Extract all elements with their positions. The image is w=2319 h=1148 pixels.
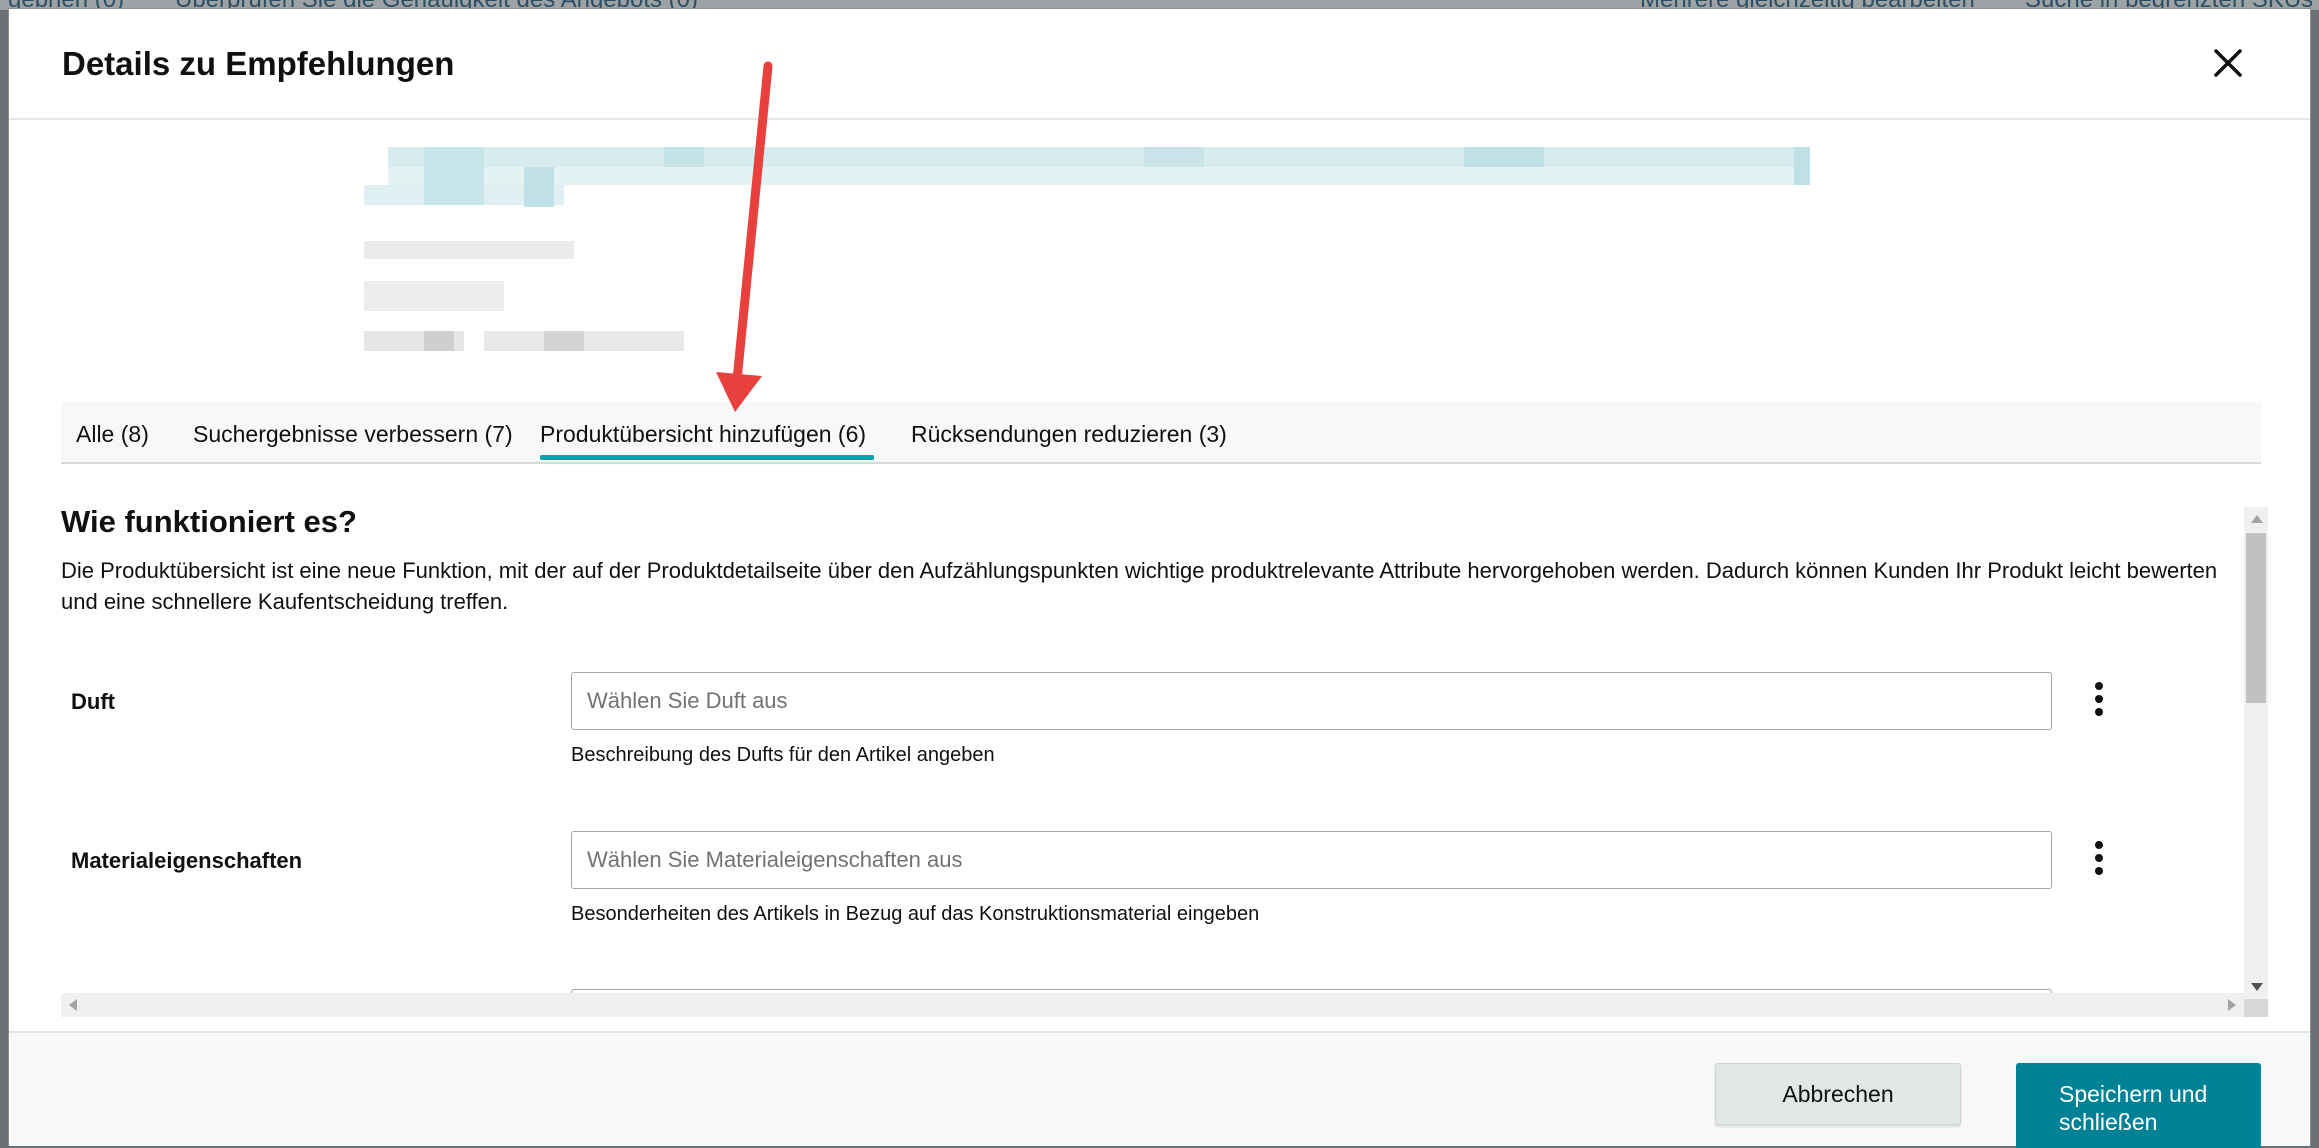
recommendation-details-modal: Details zu Empfehlungen Alle (8) Sucherg…	[8, 8, 2311, 1148]
save-and-close-button[interactable]: Speichern und schließen	[2016, 1063, 2261, 1148]
modal-header: Details zu Empfehlungen	[9, 9, 2310, 120]
field-label-material-properties: Materialeigenschaften	[71, 848, 303, 873]
material-properties-select-input[interactable]	[571, 831, 2052, 889]
modal-footer: Abbrechen Speichern und schließen	[9, 1031, 2310, 1148]
recommendation-tabs: Alle (8) Suchergebnisse verbessern (7) P…	[61, 402, 2261, 464]
section-description: Die Produktübersicht ist eine neue Funkt…	[61, 558, 2218, 614]
more-options-icon[interactable]	[2084, 837, 2114, 887]
scroll-up-icon[interactable]	[2251, 515, 2263, 523]
horizontal-scrollbar[interactable]	[61, 993, 2244, 1017]
vertical-scrollbar[interactable]	[2244, 507, 2268, 999]
scroll-down-icon[interactable]	[2251, 983, 2263, 991]
scroll-left-icon[interactable]	[69, 999, 77, 1011]
tab-all[interactable]: Alle (8)	[76, 402, 149, 464]
content-scroll-area[interactable]: Wie funktioniert es? Die Produktübersich…	[61, 497, 2241, 1017]
field-help-material-properties: Besonderheiten des Artikels in Bezug auf…	[571, 903, 1260, 925]
close-button[interactable]	[2208, 43, 2248, 83]
tab-reduce-returns[interactable]: Rücksendungen reduzieren (3)	[911, 402, 1227, 464]
scrollbar-corner	[2244, 999, 2268, 1017]
field-label-scent: Duft	[71, 689, 115, 714]
section-title: Wie funktioniert es?	[61, 504, 357, 539]
modal-title: Details zu Empfehlungen	[62, 45, 455, 82]
close-icon	[2214, 49, 2242, 77]
more-options-icon[interactable]	[2084, 678, 2114, 728]
tab-add-product-overview[interactable]: Produktübersicht hinzufügen (6)	[540, 402, 875, 464]
scent-select-input[interactable]	[571, 672, 2052, 730]
field-help-scent: Beschreibung des Dufts für den Artikel a…	[571, 744, 995, 766]
scroll-right-icon[interactable]	[2228, 999, 2236, 1011]
scrollbar-thumb[interactable]	[2246, 533, 2266, 703]
tab-improve-search[interactable]: Suchergebnisse verbessern (7)	[193, 402, 513, 464]
cancel-button[interactable]: Abbrechen	[1715, 1063, 1961, 1125]
product-info-blurred	[364, 147, 1814, 367]
